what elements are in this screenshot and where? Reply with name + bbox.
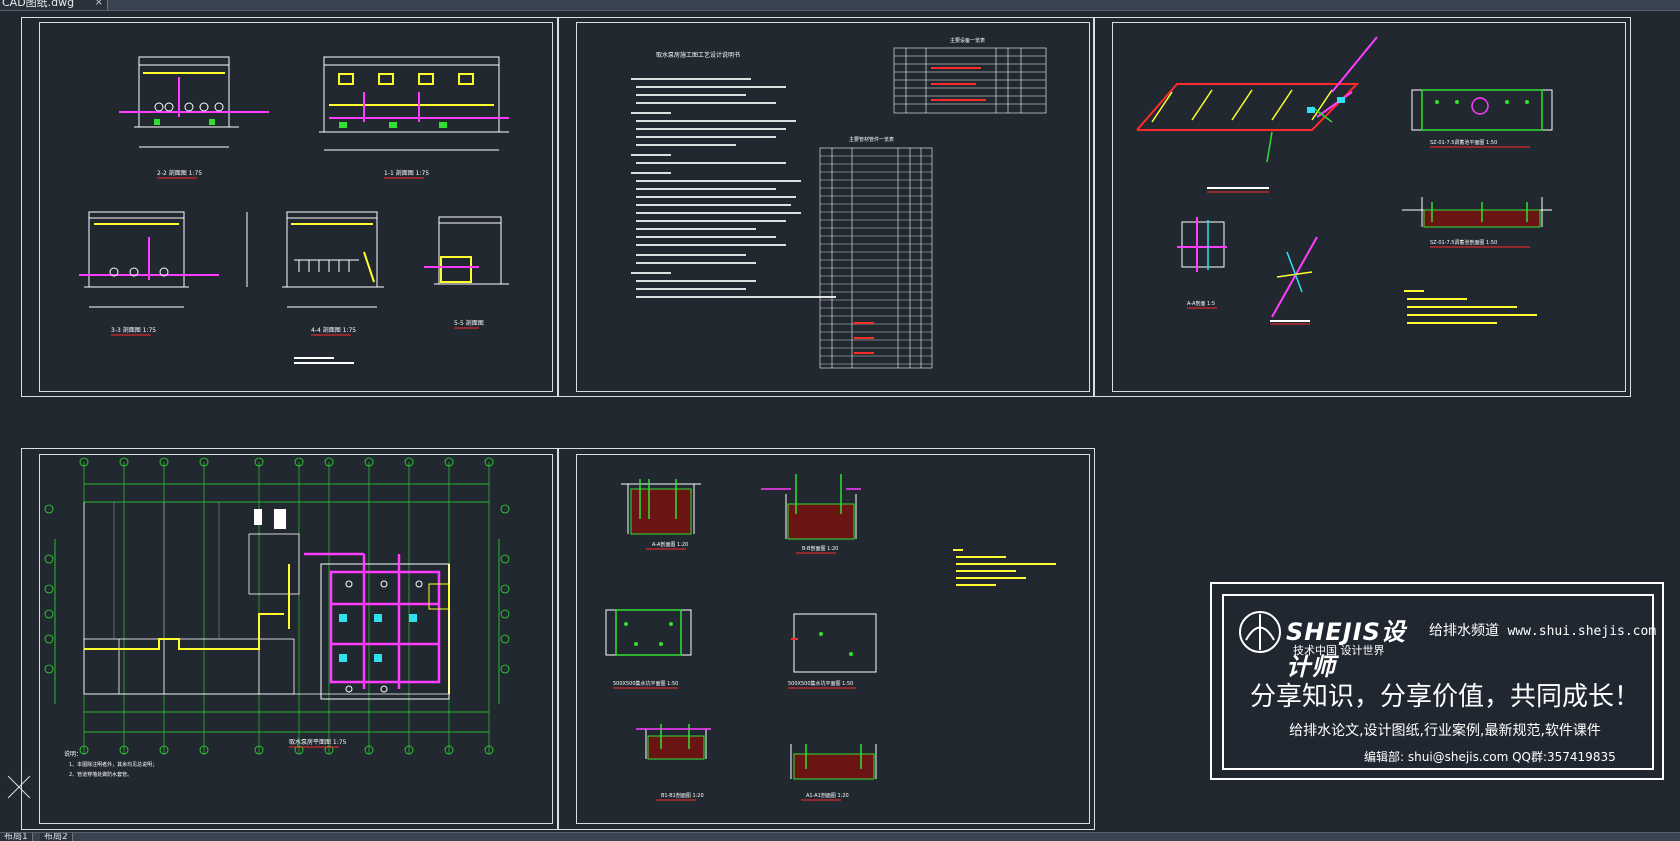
channel-url: www.shui.shejis.com [1507,624,1657,639]
label-b1b1: B1-B1剖面图 1:20 [661,792,704,799]
slogan: 分享知识，分享价值，共同成长！ [1249,682,1640,712]
logo-emblem-icon [1239,611,1281,653]
topics-line: 给排水论文,设计图纸,行业案例,最新规范,软件课件 [1289,723,1601,739]
grid-axis-bubble [44,634,54,644]
grid-axis-bubble [500,634,510,644]
label-bb: B-B剖面图 1:20 [802,545,838,552]
stamp-panel: SHEJIS设计师 技术中国 设计世界 给排水频道 www.shui.sheji… [1222,594,1656,770]
channel-label: 给排水频道 [1429,623,1499,639]
grid-axis-bubble [44,554,54,564]
grid-axis-bubble [44,504,54,514]
channel-line: 给排水频道 www.shui.shejis.com [1429,620,1656,640]
grid-axis-bubble [500,504,510,514]
grid-axis-bubble [500,609,510,619]
label-plan-1: 500X500集水坑平面图 1:50 [613,680,678,687]
grid-axis-bubble [44,584,54,594]
shejis-logo: SHEJIS设计师 技术中国 设计世界 [1238,610,1428,681]
sheet2-drawing: 取水泵房施工图工艺设计说明书 主要设备一览表 主要管材管件一览表 [631,37,1047,369]
grid-axis-bubble [500,664,510,674]
sheet4-note-2: 2、管道穿墙处做防水套管。 [69,771,132,778]
label-plan-2: 500X500集水坑平面图 1:50 [788,680,853,687]
close-icon[interactable]: × [95,0,103,10]
grid-axis-bubble [500,584,510,594]
grid-axis-bubble [44,664,54,674]
label-section-5-5: 5-5 剖面图 [454,319,484,327]
sheet5-drawing: A-A剖面图 1:20 B-B剖面图 1:20 500X500集水坑平面图 1:… [605,474,1056,801]
file-tab-bar: CAD图纸.dwg × [0,0,1680,11]
stamp-frame: SHEJIS设计师 技术中国 设计世界 给排水频道 www.shui.sheji… [1210,582,1664,780]
label-section-a: A-A剖面 1:5 [1187,300,1215,307]
sheet2-table1-title: 主要设备一览表 [950,37,985,44]
file-tab-label: CAD图纸.dwg [2,0,75,9]
grid-axis-bubble [44,609,54,619]
file-tab[interactable]: CAD图纸.dwg × [0,0,108,10]
sheet4-drawing: 取水泵房平面图 1:75 说明： 1、本图除注明者外，其余均见总说明； 2、管道… [44,457,510,778]
sheet2-title: 取水泵房施工图工艺设计说明书 [656,51,740,59]
sheet1-drawing: 2-2 剖面图 1:75 1-1 剖面图 1:75 3-3 剖面图 1:75 4… [79,56,509,364]
label-section-1-1: 1-1 剖面图 1:75 [384,169,429,177]
label-aa: A-A剖面图 1:20 [652,541,688,548]
sheet4-note-1: 1、本图除注明者外，其余均见总说明； [69,761,157,768]
label-a1a1: A1-A1剖面图 1:20 [806,792,849,799]
grid-axis-bubble [500,554,510,564]
label-section-2-2: 2-2 剖面图 1:75 [157,169,202,177]
label-sz1: SZ-01-7.5调蓄池平面图 1:50 [1430,139,1497,146]
logo-subtitle: 技术中国 设计世界 [1293,644,1385,657]
sheet4-title: 取水泵房平面图 1:75 [289,738,347,746]
label-sz2: SZ-01-7.5调蓄池剖面图 1:50 [1430,239,1497,246]
sheet3-drawing: SZ-01-7.5调蓄池平面图 1:50 SZ-01-7.5调蓄池剖面图 1:5… [1136,36,1553,325]
ucs-icon [7,775,31,799]
sheet4-notes-title: 说明： [64,750,82,758]
sheet2-table2-title: 主要管材管件一览表 [849,136,894,143]
label-section-4-4: 4-4 剖面图 1:75 [311,326,356,334]
contact-line: 编辑部: shui@shejis.com QQ群:357419835 [1364,750,1616,764]
label-section-3-3: 3-3 剖面图 1:75 [111,326,156,334]
